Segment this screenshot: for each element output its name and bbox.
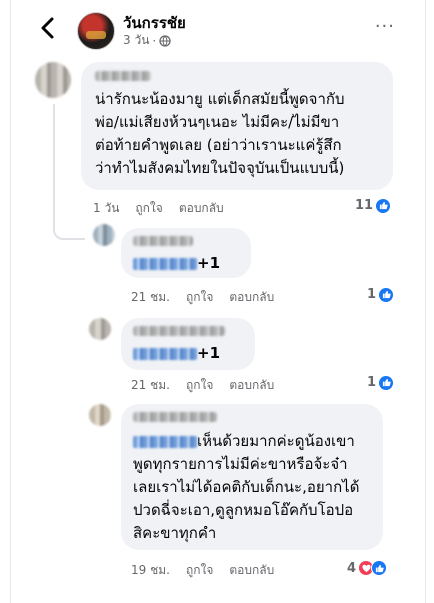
reply-line-with-mention: เห็นด้วยมากค่ะดูน้องเขา [133, 430, 379, 453]
reply-time[interactable]: 21 ชม. [131, 288, 170, 307]
comment-bubble: น่ารักนะน้องมายู แต่เด็กสมัยนี้พูดจากับ … [81, 62, 393, 190]
mention-tag[interactable] [133, 435, 197, 448]
comment-actions: 1 วัน ถูกใจ ตอบกลับ [93, 199, 224, 218]
post-meta: 3 วัน · [123, 31, 171, 50]
like-reaction-icon [376, 198, 391, 213]
replier-avatar[interactable] [89, 318, 111, 340]
like-reaction-icon [379, 375, 394, 390]
like-button[interactable]: ถูกใจ [186, 288, 213, 307]
reaction-number: 11 [355, 198, 374, 213]
comment-time[interactable]: 1 วัน [93, 199, 119, 218]
reply-line: ปวดฉี่จะเอา,ดูลูกหมอโอ๊คกับโอปอ [133, 501, 354, 519]
separator-dot: · [152, 33, 157, 48]
commenter-avatar[interactable] [35, 62, 71, 98]
back-arrow-icon[interactable] [38, 16, 58, 40]
reply-actions: 21 ชม. ถูกใจ ตอบกลับ [131, 288, 274, 307]
comment-line: ว่าทำไมสังคมไทยในปัจจุบันเป็นแบบนี้) [95, 159, 345, 177]
reply-button[interactable]: ตอบกลับ [229, 376, 274, 395]
reply-line: สิคะขาทุกคำ [133, 524, 217, 542]
reaction-count[interactable]: 4 [347, 560, 388, 576]
like-button[interactable]: ถูกใจ [186, 376, 213, 395]
reply-text: เห็นด้วยมากค่ะดูน้องเขา พูดทุกรายการไม่ม… [133, 430, 379, 545]
thread-line [53, 104, 85, 240]
like-button[interactable]: ถูกใจ [186, 561, 213, 580]
comment-line: พ่อ/แม่เสียงห้วนๆเนอะ ไม่มีคะ/ไม่มีขา [95, 113, 340, 131]
comment-line: น่ารักนะน้องมายู แต่เด็กสมัยนี้พูดจากับ [95, 90, 345, 108]
reply-text-content: +1 [197, 254, 221, 272]
mention-tag[interactable] [133, 347, 197, 360]
replier-avatar[interactable] [93, 224, 115, 246]
like-reaction-icon [371, 560, 388, 576]
reaction-count[interactable]: 1 [367, 287, 394, 302]
comments-screen: วันกรรชัย 3 วัน · ··· น่ารักนะน้องมายู แ… [10, 0, 426, 603]
more-options-button[interactable]: ··· [375, 16, 395, 37]
post-time[interactable]: 3 วัน [123, 31, 149, 50]
reply-line: พูดทุกรายการไม่มีค่ะขาหรือจ้ะจ๋า [133, 455, 348, 473]
reply-line: เลยเราไม่ได้อคติกับเด็กนะ,อยากได้ [133, 478, 360, 496]
page-avatar[interactable] [77, 12, 115, 50]
reply-text: +1 [133, 252, 220, 275]
comment-line: ต่อท้ายคำพูดเลย (อย่าว่าเรานะแค่รู้สึก [95, 136, 342, 154]
replier-name-blurred[interactable] [133, 326, 225, 336]
reply-line: เห็นด้วยมากค่ะดูน้องเขา [197, 432, 355, 450]
like-reaction-icon [379, 287, 394, 302]
reply-time[interactable]: 21 ชม. [131, 376, 170, 395]
globe-icon [159, 34, 171, 47]
comment-text: น่ารักนะน้องมายู แต่เด็กสมัยนี้พูดจากับ … [95, 88, 391, 180]
reply-button[interactable]: ตอบกลับ [229, 561, 274, 580]
reply-actions: 21 ชม. ถูกใจ ตอบกลับ [131, 376, 274, 395]
reply-button[interactable]: ตอบกลับ [229, 288, 274, 307]
reaction-count[interactable]: 11 [355, 198, 391, 213]
replier-name-blurred[interactable] [133, 412, 217, 422]
reaction-count[interactable]: 1 [367, 375, 394, 390]
like-button[interactable]: ถูกใจ [135, 199, 162, 218]
post-header: วันกรรชัย 3 วัน · ··· [11, 0, 425, 58]
replier-avatar[interactable] [89, 404, 111, 426]
reply-bubble: +1 [121, 318, 255, 370]
reply-time[interactable]: 19 ชม. [131, 561, 170, 580]
reply-bubble: เห็นด้วยมากค่ะดูน้องเขา พูดทุกรายการไม่ม… [121, 404, 383, 550]
reply-button[interactable]: ตอบกลับ [179, 199, 224, 218]
commenter-name-blurred[interactable] [95, 71, 151, 81]
reaction-number: 1 [367, 287, 377, 302]
reply-text: +1 [133, 342, 220, 365]
replier-name-blurred[interactable] [133, 236, 193, 246]
reaction-number: 1 [367, 375, 377, 390]
reply-text-content: +1 [197, 344, 221, 362]
reaction-number: 4 [347, 560, 357, 576]
reply-actions: 19 ชม. ถูกใจ ตอบกลับ [131, 561, 274, 580]
reply-bubble: +1 [121, 228, 251, 278]
mention-tag[interactable] [133, 257, 197, 270]
